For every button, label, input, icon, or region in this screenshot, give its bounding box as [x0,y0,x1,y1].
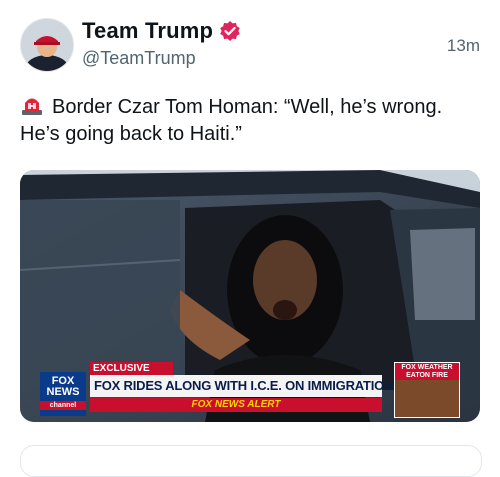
account-name-row: Team Trump [82,18,241,44]
verified-badge-icon [219,20,241,42]
chyron-alert: FOX NEWS ALERT [90,398,382,412]
chyron-headline: FOX RIDES ALONG WITH I.C.E. ON IMMIGRATI… [90,375,436,397]
next-card [20,445,482,477]
fox-news-logo: FOX NEWS channel [40,372,86,416]
logo-news-text: NEWS [46,386,80,398]
fox-weather-inset: FOX WEATHER EATON FIRE [394,362,460,418]
logo-channel-text: channel [40,401,86,410]
chyron-exclusive: EXCLUSIVE [90,362,173,375]
post-text: Border Czar Tom Homan: “Well, he’s wrong… [20,96,443,145]
display-name[interactable]: Team Trump [82,18,213,44]
siren-icon [20,95,44,115]
account-handle[interactable]: @TeamTrump [82,48,196,69]
post-timestamp[interactable]: 13m [447,36,480,56]
profile-avatar[interactable] [20,18,74,72]
weather-subtitle: EATON FIRE [395,372,459,380]
post-body: Border Czar Tom Homan: “Well, he’s wrong… [20,94,480,148]
weather-title: FOX WEATHER [395,363,459,372]
